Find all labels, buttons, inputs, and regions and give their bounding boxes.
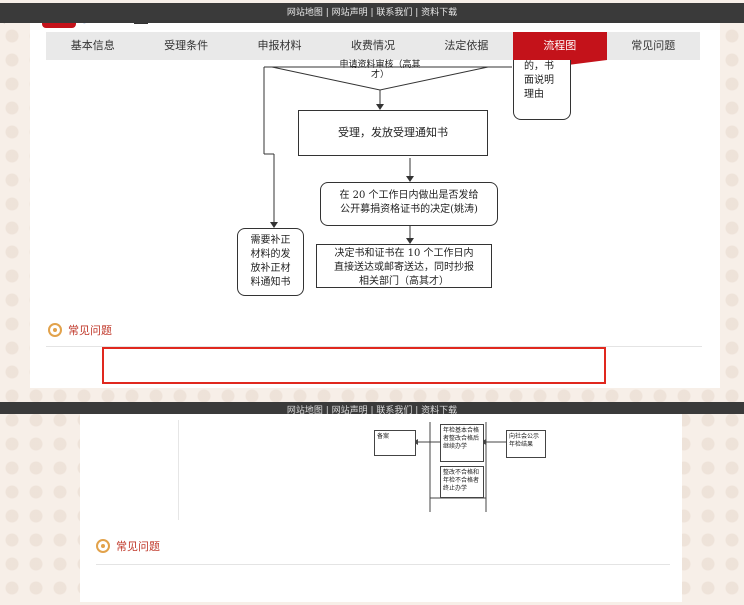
decision-box: 在 20 个工作日内做出是否发给 公开募捐资格证书的决定(姚涛) [320, 182, 498, 226]
supplement-notice-box: 需要补正 材料的发 放补正材 料通知书 [237, 228, 304, 296]
accept-notice-box: 受理，发放受理通知书 [298, 110, 488, 156]
lower-screenshot: 网站地图 | 网站声明 | 联系我们 | 资料下载 备案 年检基本合格者整改合格… [0, 402, 744, 605]
faq-section-heading: 常见问题 [48, 322, 112, 338]
record-box: 备案 [374, 430, 416, 456]
faq-section-icon [48, 323, 62, 337]
lower-flow-connectors [413, 422, 506, 512]
lower-faq-section-title: 常见问题 [116, 540, 160, 553]
faq-section-title: 常见问题 [68, 324, 112, 337]
publish-box: 向社会公示年检结果 [506, 430, 546, 458]
upper-screenshot: ◎ ● 网站地图 | 网站声明 | 联系我们 | 资料下载 基本信息 受理条件 … [0, 0, 744, 402]
lower-faq-section-heading: 常见问题 [96, 538, 160, 554]
pass-box: 年检基本合格者整改合格后继续办学 [440, 424, 484, 462]
faq-content-highlight [102, 347, 606, 384]
lower-faq-section-icon [96, 539, 110, 553]
delivery-box: 决定书和证书在 10 个工作日内 直接送达或邮寄送达，同时抄报 相关部门（高其才… [316, 244, 492, 288]
review-step-label: 申请资料审核（高其 才） [339, 60, 421, 80]
rejection-note-box: 的，书 面说明 理由 [513, 60, 571, 120]
fail-box: 整改不合格和年检不合格者终止办学 [440, 466, 484, 498]
lower-section-divider [96, 564, 670, 565]
